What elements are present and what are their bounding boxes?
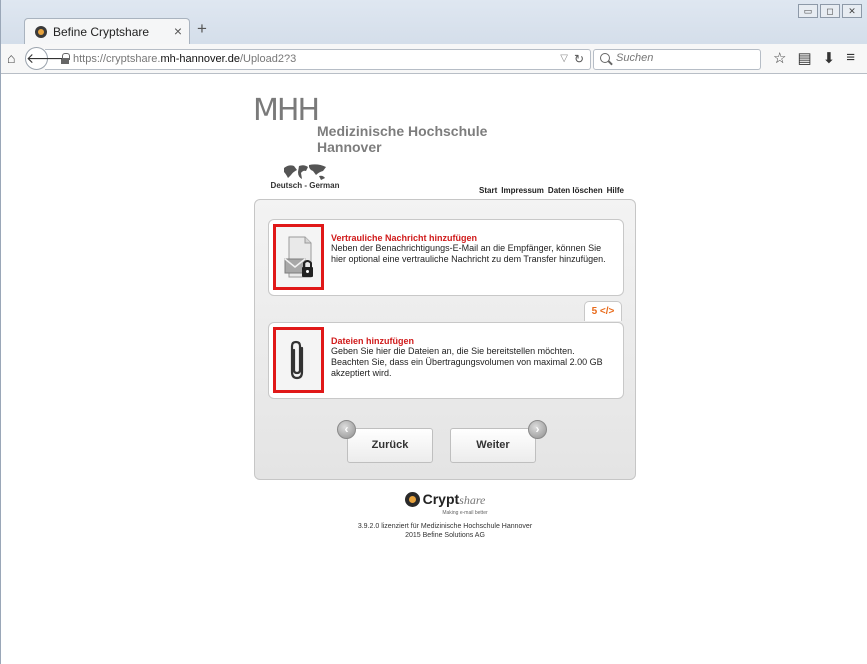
paperclip-icon: [290, 340, 304, 380]
url-bar[interactable]: https://cryptshare.mh-hannover.de/Upload…: [45, 49, 591, 70]
back-button[interactable]: 🡐: [25, 47, 64, 70]
nav-impressum[interactable]: Impressum: [501, 186, 544, 195]
license-text: 3.9.2.0 lizenziert für Medizinische Hoch…: [357, 523, 533, 539]
search-input[interactable]: [616, 52, 756, 64]
secure-message-title[interactable]: Vertrauliche Nachricht hinzufügen: [331, 233, 477, 243]
top-navigation: Start Impressum Daten löschen Hilfe: [479, 186, 624, 195]
tab-close-icon[interactable]: ×: [174, 23, 182, 39]
url-text: https://cryptshare.mh-hannover.de/Upload…: [73, 53, 297, 65]
toolbar-icons: ☆ ▤ ⬇ ≡: [773, 49, 855, 67]
star-icon[interactable]: ☆: [773, 49, 786, 67]
html5-badge: 5 </>: [584, 301, 622, 321]
url-dropdown-icon[interactable]: ▽: [560, 53, 568, 64]
nav-hilfe[interactable]: Hilfe: [607, 186, 624, 195]
browser-window: Befine Cryptshare × + ▭ ◻ ✕ ⌂ https://cr…: [0, 0, 867, 664]
add-files-button[interactable]: [273, 327, 324, 393]
cryptshare-brand: Cryptshare: [422, 491, 486, 507]
nav-daten-loeschen[interactable]: Daten löschen: [548, 186, 603, 195]
new-tab-button[interactable]: +: [197, 19, 207, 39]
upload-panel: Vertrauliche Nachricht hinzufügen Neben …: [254, 199, 636, 480]
cryptshare-logo-icon: [404, 492, 420, 507]
navigation-bar: ⌂ https://cryptshare.mh-hannover.de/Uplo…: [1, 44, 867, 74]
page-content: MHH Medizinische Hochschule Hannover Deu…: [1, 75, 867, 664]
reload-icon[interactable]: ↻: [574, 52, 584, 66]
nav-start[interactable]: Start: [479, 186, 497, 195]
tab-befine-cryptshare[interactable]: Befine Cryptshare ×: [24, 18, 190, 44]
secure-message-button[interactable]: [273, 224, 324, 290]
language-selector[interactable]: Deutsch - German: [270, 163, 340, 190]
add-files-description: Geben Sie hier die Dateien an, die Sie b…: [331, 346, 603, 378]
cryptshare-favicon-icon: [35, 26, 47, 38]
search-bar[interactable]: [593, 49, 761, 70]
download-icon[interactable]: ⬇: [823, 49, 836, 67]
add-files-card[interactable]: Dateien hinzufügen Geben Sie hier die Da…: [268, 322, 624, 399]
home-icon[interactable]: ⌂: [7, 50, 15, 66]
footer: Cryptshare Making e-mail better 3.9.2.0 …: [254, 491, 636, 540]
back-button-zurueck[interactable]: Zurück: [347, 428, 433, 463]
arrow-left-icon[interactable]: ‹: [337, 420, 356, 439]
world-map-icon: [284, 164, 326, 180]
cryptshare-tagline: Making e-mail better: [442, 510, 488, 516]
logo-mark: MHH: [253, 93, 320, 128]
add-files-title[interactable]: Dateien hinzufügen: [331, 336, 414, 346]
reading-list-icon[interactable]: ▤: [797, 49, 811, 67]
secure-mail-icon: [284, 236, 313, 278]
tab-strip: Befine Cryptshare × + ▭ ◻ ✕: [1, 0, 867, 44]
logo-name: Medizinische Hochschule Hannover: [317, 123, 488, 155]
search-icon: [600, 53, 610, 63]
maximize-button[interactable]: ◻: [820, 4, 840, 18]
next-button-weiter[interactable]: Weiter: [450, 428, 536, 463]
secure-message-description: Neben der Benachrichtigungs-E-Mail an di…: [331, 243, 606, 264]
close-window-button[interactable]: ✕: [842, 4, 862, 18]
secure-message-card[interactable]: Vertrauliche Nachricht hinzufügen Neben …: [268, 219, 624, 296]
cryptshare-logo: Cryptshare: [404, 491, 486, 508]
tab-title: Befine Cryptshare: [53, 25, 150, 39]
language-label: Deutsch - German: [270, 181, 340, 190]
window-controls: ▭ ◻ ✕: [798, 4, 862, 18]
arrow-right-icon[interactable]: ›: [528, 420, 547, 439]
minimize-button[interactable]: ▭: [798, 4, 818, 18]
menu-icon[interactable]: ≡: [846, 49, 855, 67]
